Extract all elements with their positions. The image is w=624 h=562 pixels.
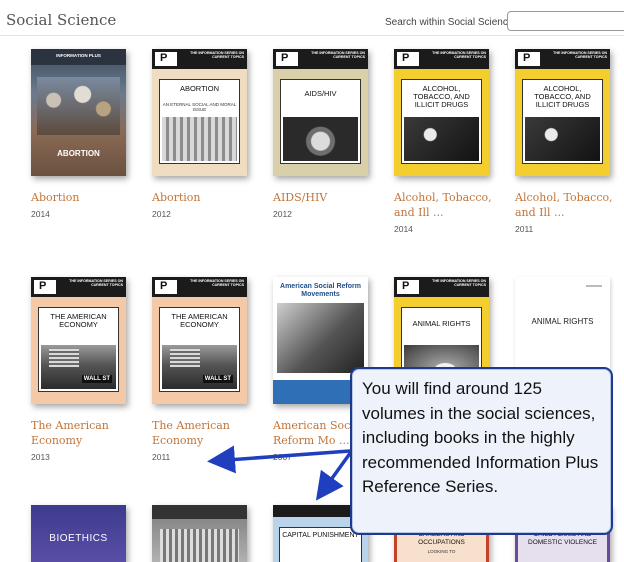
book-title-link[interactable]: Abortion xyxy=(31,190,131,205)
cover-subtitle: LOOKING TO xyxy=(427,549,456,554)
publisher-logo-icon xyxy=(518,52,540,66)
cover-title: THE AMERICAN ECONOMY xyxy=(171,312,228,329)
book-cover[interactable]: THE INFORMATION SERIES ON CURRENT TOPICS… xyxy=(152,277,247,404)
callout-text: You will find around 125 volumes in the … xyxy=(362,379,599,496)
cover-title: CAPITAL PUNISHMENT xyxy=(282,532,359,539)
page-header: Social Science Search within Social Scie… xyxy=(0,0,624,36)
cover-title: THE AMERICAN ECONOMY xyxy=(50,312,107,329)
book-year: 2007 xyxy=(273,452,292,462)
cover-title: American Social Reform Movements xyxy=(280,283,361,298)
book-title-link[interactable]: The American Economy xyxy=(31,418,131,448)
publisher-logo-icon xyxy=(397,280,419,294)
book-year: 2012 xyxy=(273,209,292,219)
cover-photo: WALL ST xyxy=(41,345,116,389)
cover-title: ALCOHOL, TOBACCO, AND ILLICIT DRUGS xyxy=(413,84,470,109)
cover-photo xyxy=(525,117,600,161)
annotation-callout: You will find around 125 volumes in the … xyxy=(350,367,613,535)
book-title-link[interactable]: The American Economy xyxy=(152,418,252,448)
book-cover[interactable] xyxy=(152,505,247,562)
cover-title: ALCOHOL, TOBACCO, AND ILLICIT DRUGS xyxy=(534,84,591,109)
book-cover[interactable]: INFORMATION PLUS ABORTION xyxy=(31,49,126,176)
search-input[interactable] xyxy=(507,11,624,31)
cover-title: AIDS/HIV xyxy=(304,89,337,98)
cover-photo xyxy=(160,529,239,562)
book-year: 2013 xyxy=(31,452,50,462)
book-cover[interactable]: THE INFORMATION SERIES ON CURRENT TOPICS… xyxy=(273,49,368,176)
book-year: 2012 xyxy=(152,209,171,219)
book-title-link[interactable]: Abortion xyxy=(152,190,252,205)
page-title: Social Science xyxy=(6,11,117,29)
cover-photo xyxy=(283,117,358,161)
book-year: 2014 xyxy=(394,224,413,234)
book-year: 2011 xyxy=(152,452,171,462)
cover-title: BIOETHICS xyxy=(49,533,108,544)
cover-subtitle: AN ETERNAL SOCIAL AND MORAL ISSUE xyxy=(162,102,237,112)
publisher-logo-icon xyxy=(155,52,177,66)
book-title-link[interactable]: AIDS/HIV xyxy=(273,190,373,205)
cover-title: ANIMAL RIGHTS xyxy=(412,319,471,328)
cover-photo xyxy=(404,117,479,161)
publisher-logo-icon xyxy=(397,52,419,66)
book-title-link[interactable]: Alcohol, Tobacco, and Ill ... xyxy=(394,190,494,220)
cover-title: ANIMAL RIGHTS xyxy=(531,317,594,326)
book-year: 2014 xyxy=(31,209,50,219)
cover-photo xyxy=(277,303,364,373)
publisher-logo-icon xyxy=(34,280,56,294)
publisher-logo-icon xyxy=(276,52,298,66)
cover-photo xyxy=(37,77,120,135)
search-label: Search within Social Science xyxy=(385,17,514,28)
book-cover[interactable]: THE INFORMATION SERIES ON CURRENT TOPICS… xyxy=(31,277,126,404)
cover-title: ABORTION xyxy=(179,84,220,93)
publisher-logo-icon xyxy=(155,280,177,294)
book-cover[interactable]: THE INFORMATION SERIES ON CURRENT TOPICS… xyxy=(152,49,247,176)
book-year: 2011 xyxy=(515,224,534,234)
book-cover[interactable]: THE INFORMATION SERIES ON CURRENT TOPICS… xyxy=(515,49,610,176)
book-cover[interactable]: BIOETHICS xyxy=(31,505,126,562)
book-title-link[interactable]: Alcohol, Tobacco, and Ill ... xyxy=(515,190,615,220)
cover-photo xyxy=(162,117,237,161)
book-cover[interactable]: THE INFORMATION SERIES ON CURRENT TOPICS… xyxy=(394,49,489,176)
cover-photo: WALL ST xyxy=(162,345,237,389)
cover-caption: ABORTION xyxy=(57,149,100,158)
